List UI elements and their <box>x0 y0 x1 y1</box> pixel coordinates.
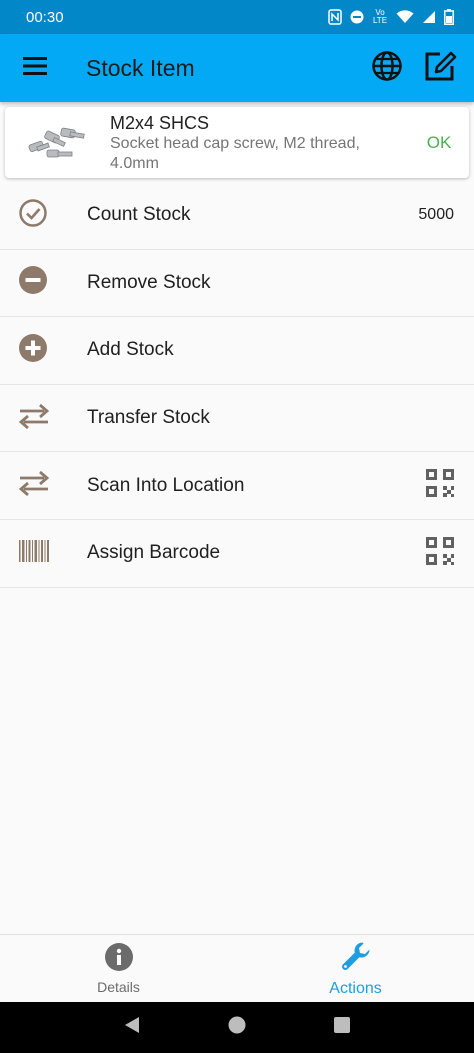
status-time: 00:30 <box>26 8 64 26</box>
globe-icon <box>372 50 402 86</box>
app-bar: Stock Item <box>0 34 474 102</box>
edit-icon <box>424 50 458 87</box>
tab-actions[interactable]: Actions <box>237 935 474 1002</box>
transfer-stock-action[interactable]: Transfer Stock <box>0 385 474 453</box>
edit-button[interactable] <box>414 34 468 102</box>
plus-circle-icon <box>18 333 48 368</box>
scan-into-location-label: Scan Into Location <box>87 474 245 496</box>
transfer-stock-label: Transfer Stock <box>87 407 210 429</box>
action-list: Count Stock 5000 Remove Stock Add Stock … <box>0 182 474 588</box>
stock-item-card[interactable]: M2x4 SHCS Socket head cap screw, M2 thre… <box>5 107 469 178</box>
info-icon <box>104 942 133 976</box>
bottom-nav: Details Actions <box>0 934 474 1002</box>
status-bar: 00:30 Vo LTE <box>0 0 474 34</box>
add-stock-label: Add Stock <box>87 339 174 361</box>
count-stock-action[interactable]: Count Stock 5000 <box>0 182 474 250</box>
nfc-icon <box>328 9 342 25</box>
signal-icon <box>422 10 436 24</box>
wifi-icon <box>396 10 414 24</box>
page-title: Stock Item <box>86 54 195 81</box>
transfer-arrows-icon <box>18 470 50 501</box>
recents-button[interactable] <box>332 1015 352 1040</box>
do-not-disturb-icon <box>350 10 364 24</box>
tab-details-label: Details <box>97 978 140 995</box>
minus-circle-icon <box>18 265 48 300</box>
assign-barcode-action[interactable]: Assign Barcode <box>0 520 474 588</box>
menu-button[interactable] <box>0 34 70 102</box>
language-button[interactable] <box>360 34 414 102</box>
item-thumbnail <box>5 107 110 178</box>
qr-code-icon <box>426 469 454 502</box>
qr-code-icon <box>426 536 454 570</box>
remove-stock-label: Remove Stock <box>87 271 211 293</box>
back-button[interactable] <box>122 1015 142 1040</box>
scan-into-location-action[interactable]: Scan Into Location <box>0 452 474 520</box>
stock-count-value: 5000 <box>418 206 454 224</box>
item-name: M2x4 SHCS <box>110 112 210 133</box>
system-nav-bar <box>0 1002 474 1053</box>
tab-details[interactable]: Details <box>0 935 237 1002</box>
count-stock-label: Count Stock <box>87 204 191 226</box>
hamburger-menu-icon <box>23 56 47 80</box>
barcode-icon <box>18 539 50 568</box>
transfer-arrows-icon <box>18 403 50 434</box>
battery-icon <box>444 9 454 25</box>
check-circle-icon <box>18 198 48 233</box>
status-badge: OK <box>426 132 452 152</box>
home-button[interactable] <box>227 1015 247 1040</box>
add-stock-action[interactable]: Add Stock <box>0 317 474 385</box>
assign-barcode-label: Assign Barcode <box>87 542 221 564</box>
item-text: M2x4 SHCS Socket head cap screw, M2 thre… <box>110 112 409 174</box>
volte-icon: Vo LTE <box>372 8 388 25</box>
remove-stock-action[interactable]: Remove Stock <box>0 250 474 318</box>
tab-actions-label: Actions <box>329 979 382 997</box>
item-description: Socket head cap screw, M2 thread, 4.0mm <box>110 134 360 172</box>
wrench-icon <box>340 940 372 977</box>
status-icons: Vo LTE <box>328 9 454 25</box>
